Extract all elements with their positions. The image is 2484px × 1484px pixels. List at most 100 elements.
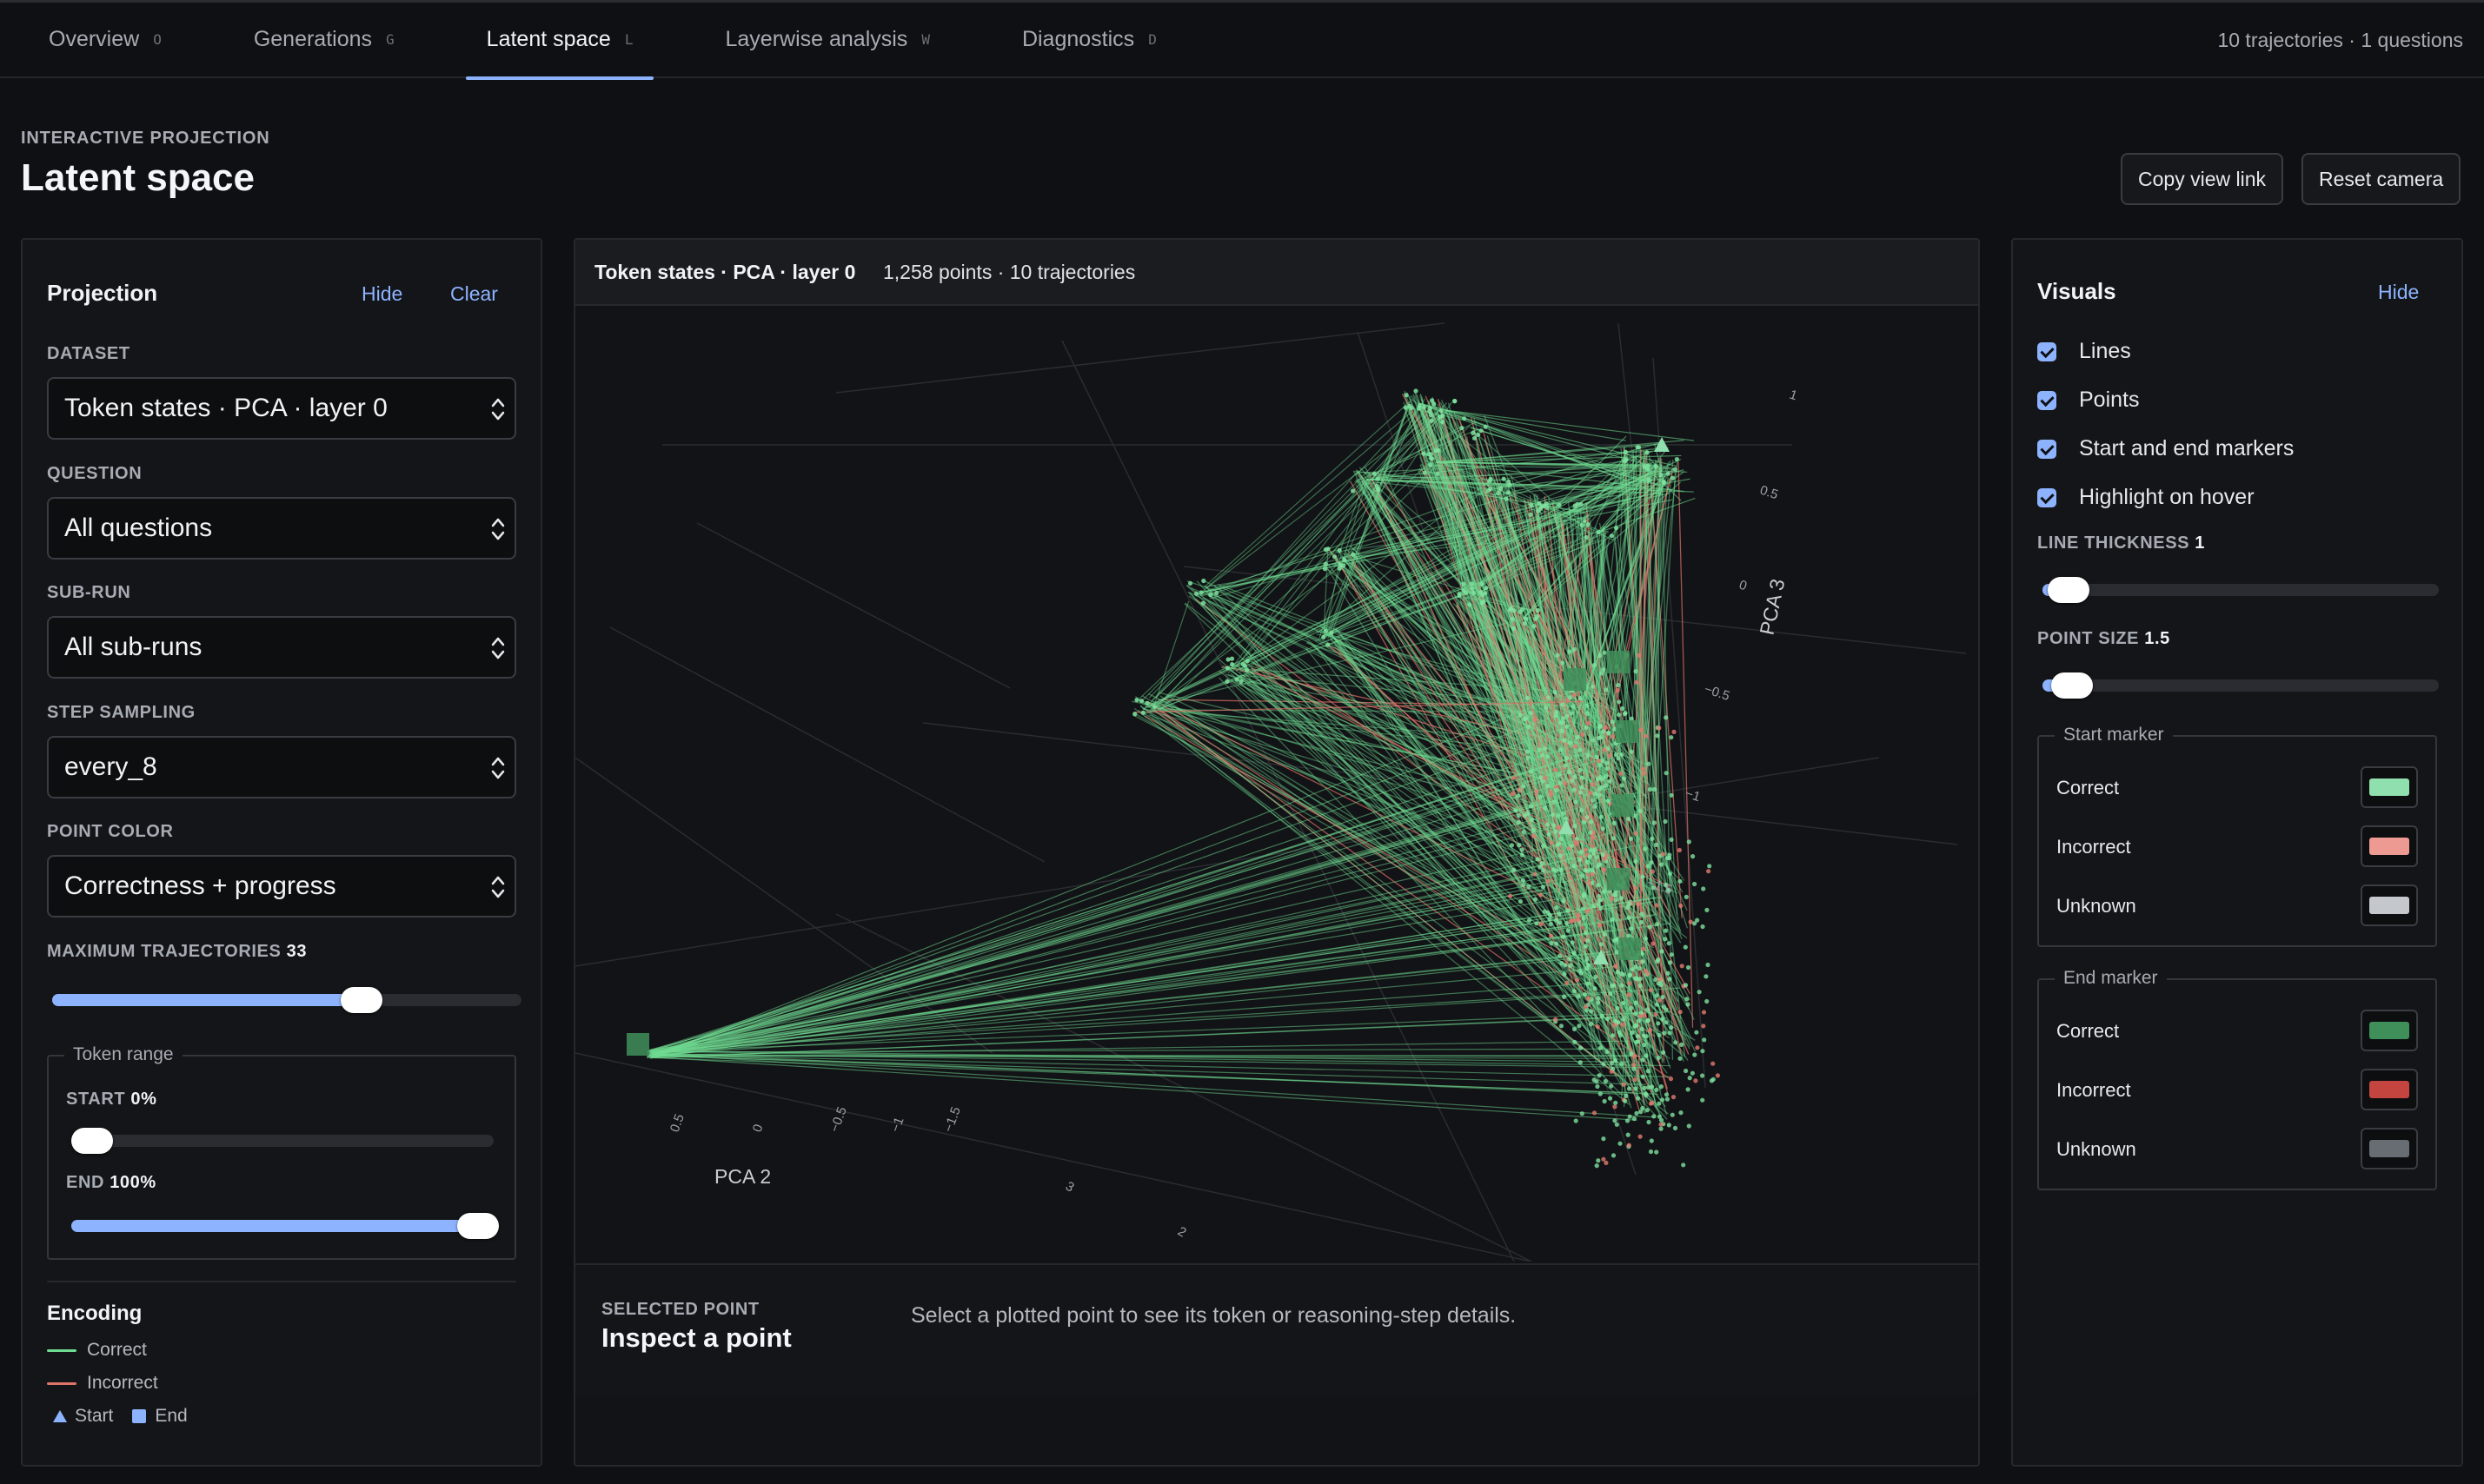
- trajectory-point: [1690, 1070, 1695, 1076]
- token-end-slider[interactable]: [71, 1213, 499, 1239]
- latent-space-3d-plot[interactable]: 0.50−0.5−1−1.532110.50−0.5−1−1.5 PCA 2PC…: [575, 306, 1978, 1262]
- trajectory-point: [1704, 998, 1710, 1004]
- trajectory-point: [1663, 818, 1668, 825]
- trajectory-point: [1600, 852, 1605, 858]
- trajectory-point: [1563, 763, 1568, 768]
- start-unknown-color-picker[interactable]: [2361, 884, 2418, 926]
- trajectory-point: [1661, 851, 1666, 857]
- trajectory-point: [1677, 1056, 1683, 1061]
- slider-thumb[interactable]: [457, 1213, 499, 1239]
- tab-latent-space[interactable]: Latent space L: [465, 2, 654, 80]
- tab-diagnostics[interactable]: Diagnostics D: [1001, 2, 1178, 78]
- trajectory-point: [1145, 700, 1150, 706]
- trajectory-point: [1583, 1004, 1588, 1010]
- trajectory-point: [1651, 820, 1657, 825]
- trajectory-point: [1607, 778, 1612, 784]
- trajectory-point: [1658, 1084, 1664, 1090]
- trajectory-point: [1643, 846, 1648, 851]
- trajectory-point: [1590, 782, 1595, 787]
- start-incorrect-color-picker[interactable]: [2361, 825, 2418, 867]
- point-size-slider[interactable]: [2042, 672, 2439, 699]
- subrun-select[interactable]: All sub-runs: [47, 616, 516, 679]
- trajectory-point: [1576, 913, 1581, 918]
- points-checkbox[interactable]: Points: [2037, 388, 2139, 413]
- trajectory-point: [1621, 1082, 1626, 1087]
- trajectory-point: [1681, 1163, 1686, 1168]
- lines-checkbox[interactable]: Lines: [2037, 339, 2131, 364]
- trajectory-point: [1653, 1012, 1658, 1017]
- question-select[interactable]: All questions: [47, 497, 516, 560]
- projection-clear-link[interactable]: Clear: [450, 282, 498, 306]
- trajectory-point: [1504, 496, 1509, 501]
- trajectory-point: [1531, 833, 1536, 838]
- slider-fill: [52, 994, 362, 1006]
- trajectory-point: [1518, 898, 1523, 904]
- trajectory-point: [1636, 1018, 1641, 1024]
- trajectory-point: [1540, 884, 1546, 890]
- point-color-select[interactable]: Correctness + progress: [47, 855, 516, 918]
- copy-view-link-button[interactable]: Copy view link: [2121, 153, 2283, 205]
- trajectory-point: [1631, 1066, 1637, 1071]
- trajectory-point: [1524, 716, 1529, 721]
- end-correct-color-picker[interactable]: [2361, 1010, 2418, 1051]
- trajectory-point: [1462, 416, 1467, 421]
- trajectory-point: [1342, 557, 1347, 562]
- trajectory-point: [1604, 1160, 1609, 1165]
- slider-thumb[interactable]: [71, 1128, 113, 1154]
- color-swatch: [2369, 838, 2409, 855]
- run-summary: 10 trajectories · 1 questions: [2217, 29, 2463, 51]
- trajectory-point: [1457, 591, 1462, 596]
- trajectory-point: [1548, 790, 1554, 795]
- pca2-tick-label: 0: [750, 1123, 767, 1135]
- line-thickness-slider[interactable]: [2042, 577, 2439, 603]
- trajectory-point: [1565, 908, 1571, 913]
- trajectory-point: [1643, 936, 1649, 941]
- trajectory-point: [1588, 819, 1594, 825]
- trajectory-point: [1597, 862, 1602, 867]
- end-unknown-label: Unknown: [2056, 1138, 2136, 1160]
- end-unknown-color-picker[interactable]: [2361, 1128, 2418, 1169]
- tab-layerwise-analysis[interactable]: Layerwise analysis W: [704, 2, 950, 78]
- slider-thumb[interactable]: [2048, 577, 2089, 603]
- trajectory-point: [1557, 780, 1563, 785]
- visuals-hide-link[interactable]: Hide: [2378, 281, 2419, 304]
- trajectory-point: [1620, 706, 1625, 712]
- trajectory-point: [1615, 970, 1620, 975]
- trajectory-point: [1321, 634, 1326, 640]
- tab-generations[interactable]: Generations G: [233, 2, 415, 78]
- trajectory-point: [1496, 490, 1501, 495]
- trajectory-point: [1684, 1068, 1689, 1074]
- pca3-tick-label: −1: [1684, 786, 1703, 805]
- trajectory-point: [1612, 1023, 1617, 1028]
- token-start-slider[interactable]: [71, 1128, 494, 1154]
- trajectory-point: [1555, 653, 1560, 658]
- trajectory-point: [1661, 1050, 1666, 1055]
- trajectory-point: [1554, 788, 1559, 793]
- trajectory-point: [1584, 725, 1589, 731]
- start-end-markers-checkbox[interactable]: Start and end markers: [2037, 436, 2294, 461]
- trajectory-point: [1586, 720, 1591, 725]
- end-incorrect-color-picker[interactable]: [2361, 1069, 2418, 1110]
- trajectory-point: [1542, 775, 1547, 781]
- projection-hide-link[interactable]: Hide: [362, 282, 402, 306]
- reset-camera-button[interactable]: Reset camera: [2301, 153, 2461, 205]
- trajectory-point: [1591, 738, 1596, 743]
- max-trajectories-slider[interactable]: [52, 987, 521, 1013]
- trajectory-point: [1650, 836, 1655, 842]
- dataset-select[interactable]: Token states · PCA · layer 0: [47, 377, 516, 440]
- slider-thumb[interactable]: [2051, 672, 2093, 699]
- trajectory-point: [1630, 1030, 1635, 1036]
- trajectory-point: [1663, 928, 1669, 933]
- tab-overview[interactable]: Overview O: [28, 2, 183, 78]
- trajectory-point: [1642, 1085, 1647, 1090]
- trajectory-point: [1610, 719, 1615, 725]
- trajectory-point: [1649, 860, 1654, 865]
- step-sampling-select[interactable]: every_8: [47, 736, 516, 798]
- highlight-on-hover-checkbox[interactable]: Highlight on hover: [2037, 485, 2255, 510]
- trajectory-point: [1585, 908, 1591, 914]
- trajectory-point: [1520, 878, 1525, 883]
- start-correct-color-picker[interactable]: [2361, 766, 2418, 808]
- pca3-tick-label: 0.5: [1758, 483, 1780, 503]
- slider-thumb[interactable]: [341, 987, 382, 1013]
- trajectory-point: [1587, 854, 1592, 859]
